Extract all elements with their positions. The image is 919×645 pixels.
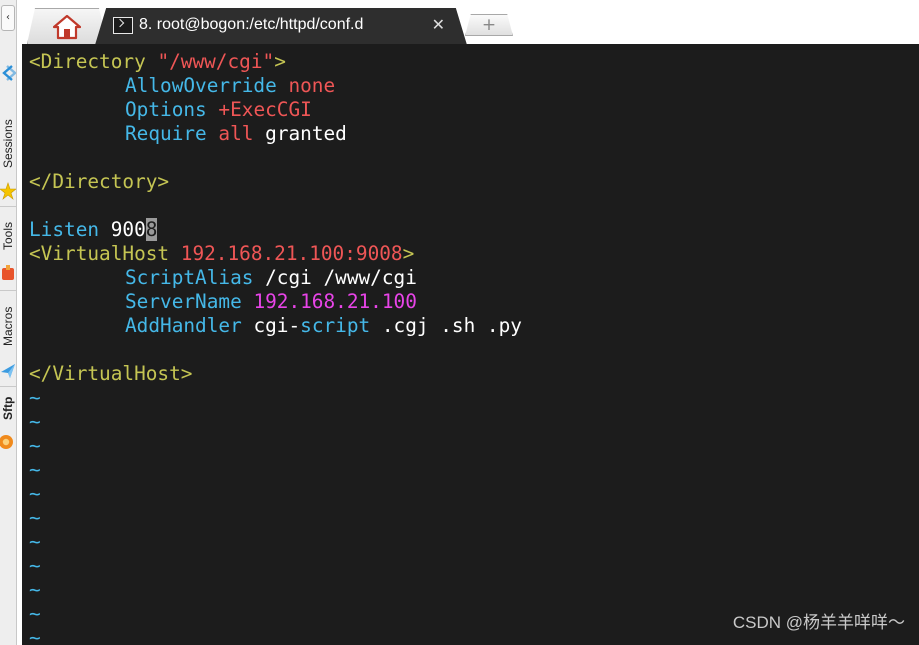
terminal-line: AddHandler cgi-script .cgj .sh .py [29, 314, 919, 338]
directive-value: +ExecCGI [218, 98, 312, 121]
empty-line-marker: ~ [29, 410, 41, 433]
directive-tag: <Directory [29, 50, 146, 73]
directive-value: .cgj .sh .py [370, 314, 522, 337]
new-tab-button[interactable]: + [465, 14, 513, 36]
directive-keyword: ServerName [125, 290, 242, 313]
empty-line-marker: ~ [29, 434, 41, 457]
directive-value: all [218, 122, 254, 145]
directory-path: "/www/cgi" [157, 50, 275, 73]
sidebar-item-tools[interactable]: Tools [0, 212, 16, 260]
directive-keyword: AddHandler [125, 314, 242, 337]
star-icon[interactable] [0, 182, 16, 200]
empty-line-marker: ~ [29, 554, 41, 577]
directive-keyword: Options [125, 98, 207, 121]
directive-value: cgi- [253, 314, 301, 337]
terminal-icon [113, 17, 133, 34]
tools-icon[interactable] [0, 264, 16, 282]
terminal-line: ScriptAlias /cgi /www/cgi [29, 266, 919, 290]
terminal-line: </Directory> [29, 170, 919, 194]
directive-tag: > [402, 242, 415, 265]
terminal-line: Options +ExecCGI [29, 98, 919, 122]
empty-line-marker: ~ [29, 458, 41, 481]
terminal-line: </VirtualHost> [29, 362, 919, 386]
empty-line-marker: ~ [29, 482, 41, 505]
directive-tag: </VirtualHost> [29, 362, 193, 385]
sidebar-item-macros[interactable]: Macros [0, 296, 16, 356]
directive-tag: > [274, 50, 286, 73]
sidebar-item-sftp[interactable]: Sftp [0, 390, 16, 426]
tab-title: 8. root@bogon:/etc/httpd/conf.d [139, 16, 364, 33]
empty-line-marker: ~ [29, 506, 41, 529]
tab-terminal-session[interactable]: 8. root@bogon:/etc/httpd/conf.d ✕ [95, 8, 467, 45]
watermark: CSDN @杨羊羊咩咩～ [732, 613, 905, 632]
macros-icon[interactable] [0, 362, 16, 380]
empty-line-marker: ~ [29, 386, 41, 409]
directive-keyword: ScriptAlias [125, 266, 254, 289]
directive-keyword: Require [125, 122, 207, 145]
terminal-view[interactable]: <Directory "/www/cgi"> AllowOverride non… [22, 44, 919, 645]
sessions-icon[interactable] [0, 64, 16, 82]
text-cursor: 8 [145, 218, 158, 241]
collapse-sidebar-button[interactable]: ‹ [1, 5, 15, 31]
directive-value: script [300, 314, 371, 337]
directive-keyword: AllowOverride [125, 74, 277, 97]
tab-bar: 8. root@bogon:/etc/httpd/conf.d ✕ + [17, 0, 919, 45]
server-name-value: 192.168.21.100 [253, 290, 417, 313]
empty-line-marker: ~ [29, 578, 41, 601]
terminal-line: ServerName 192.168.21.100 [29, 290, 919, 314]
terminal-line: Require all granted [29, 122, 919, 146]
tab-home[interactable] [27, 8, 107, 44]
directive-tag: </Directory> [29, 170, 170, 193]
directive-tag: <VirtualHost [29, 242, 170, 265]
terminal-line: <Directory "/www/cgi"> [29, 50, 919, 74]
vhost-address: 192.168.21.100:9008 [180, 242, 403, 265]
directive-value: /cgi /www/cgi [265, 266, 417, 289]
terminal-line: Listen 9008 [29, 218, 919, 242]
sidebar-item-sessions[interactable]: Sessions [0, 108, 16, 180]
directive-value: granted [265, 122, 347, 145]
listen-port: 900 [110, 218, 146, 241]
home-icon [53, 14, 81, 40]
sftp-icon[interactable] [0, 432, 16, 450]
side-panel: ‹ Sessions Tools Macros Sftp [0, 0, 17, 645]
directive-value: none [288, 74, 336, 97]
terminal-line: AllowOverride none [29, 74, 919, 98]
directive-keyword: Listen [29, 218, 100, 241]
close-tab-icon[interactable]: ✕ [432, 15, 445, 35]
empty-line-marker: ~ [29, 530, 41, 553]
terminal-line: <VirtualHost 192.168.21.100:9008> [29, 242, 919, 266]
